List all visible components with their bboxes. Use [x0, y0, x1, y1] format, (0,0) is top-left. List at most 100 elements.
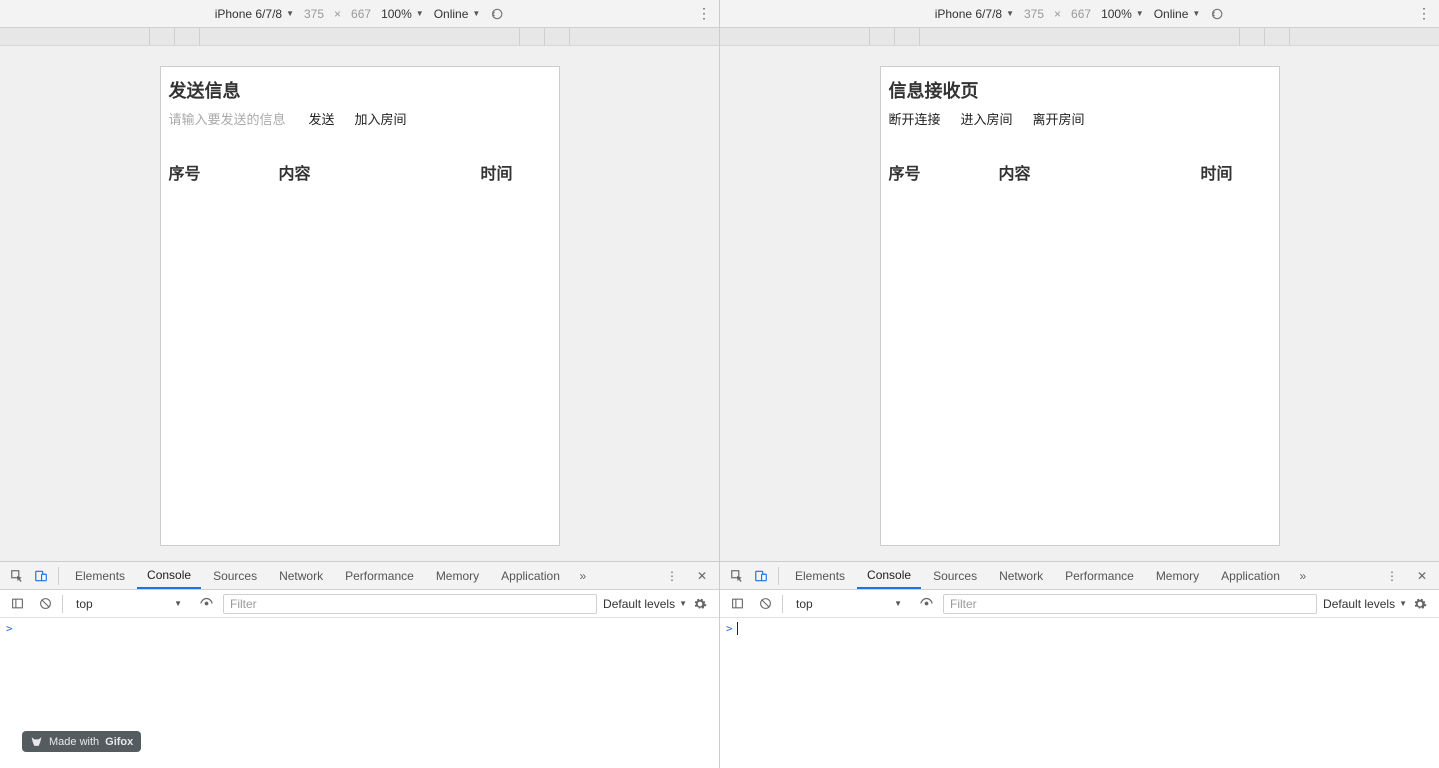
zoom-select[interactable]: 100% ▼ — [381, 7, 424, 21]
close-icon[interactable]: ✕ — [1411, 565, 1433, 587]
tab-performance[interactable]: Performance — [1055, 562, 1144, 589]
badge-brand: Gifox — [105, 736, 133, 748]
tab-memory[interactable]: Memory — [1146, 562, 1209, 589]
gear-icon[interactable] — [1413, 597, 1433, 611]
chevron-down-icon: ▼ — [286, 9, 294, 18]
zoom-label: 100% — [1101, 7, 1132, 21]
tab-application[interactable]: Application — [491, 562, 570, 589]
clear-console-icon[interactable] — [34, 593, 56, 615]
context-select[interactable]: top ▼ — [789, 594, 909, 614]
more-tabs-icon[interactable]: » — [1292, 565, 1314, 587]
device-select[interactable]: iPhone 6/7/8 ▼ — [935, 7, 1014, 21]
console-body[interactable]: > — [720, 618, 1439, 768]
inspect-element-icon[interactable] — [6, 565, 28, 587]
devtools-tabs: Elements Console Sources Network Perform… — [0, 562, 719, 590]
enter-room-button[interactable]: 进入房间 — [961, 109, 1013, 128]
tab-performance[interactable]: Performance — [335, 562, 424, 589]
more-tabs-icon[interactable]: » — [572, 565, 594, 587]
device-toolbar: iPhone 6/7/8 ▼ 375 × 667 100% ▼ Online ▼ — [720, 0, 1439, 28]
console-prompt: > — [726, 622, 733, 635]
rotate-icon[interactable] — [490, 7, 504, 21]
phone-frame: 发送信息 请输入要发送的信息 发送 加入房间 序号 内容 时间 — [160, 66, 560, 546]
th-content: 内容 — [279, 160, 481, 184]
filter-input[interactable] — [223, 594, 597, 614]
live-expression-icon[interactable] — [195, 593, 217, 615]
tab-network[interactable]: Network — [989, 562, 1053, 589]
disconnect-button[interactable]: 断开连接 — [889, 109, 941, 128]
tab-memory[interactable]: Memory — [426, 562, 489, 589]
device-viewport: 发送信息 请输入要发送的信息 发送 加入房间 序号 内容 时间 — [0, 46, 719, 561]
throttling-select[interactable]: Online ▼ — [434, 7, 481, 21]
chevron-down-icon: ▼ — [1006, 9, 1014, 18]
tab-elements[interactable]: Elements — [785, 562, 855, 589]
device-ruler — [720, 28, 1439, 46]
text-cursor — [737, 622, 738, 635]
log-levels-select[interactable]: Default levels ▼ — [1323, 597, 1407, 611]
throttling-label: Online — [1154, 7, 1189, 21]
live-expression-icon[interactable] — [915, 593, 937, 615]
gifox-badge[interactable]: Made with Gifox — [22, 731, 141, 752]
tab-sources[interactable]: Sources — [923, 562, 987, 589]
table-header: 序号 内容 时间 — [887, 160, 1273, 184]
join-room-button[interactable]: 加入房间 — [355, 109, 407, 128]
inspect-element-icon[interactable] — [726, 565, 748, 587]
toggle-device-icon[interactable] — [30, 565, 52, 587]
th-time: 时间 — [481, 160, 551, 184]
chevron-down-icon: ▼ — [174, 599, 182, 608]
tab-sources[interactable]: Sources — [203, 562, 267, 589]
context-select[interactable]: top ▼ — [69, 594, 189, 614]
leave-room-button[interactable]: 离开房间 — [1033, 109, 1085, 128]
kebab-menu-icon[interactable]: ⋮ — [1417, 5, 1431, 22]
zoom-select[interactable]: 100% ▼ — [1101, 7, 1144, 21]
console-toolbar: top ▼ Default levels ▼ — [0, 590, 719, 618]
message-input[interactable]: 请输入要发送的信息 — [169, 109, 289, 128]
chevron-down-icon: ▼ — [1136, 9, 1144, 18]
viewport-width[interactable]: 375 — [304, 7, 324, 21]
console-sidebar-icon[interactable] — [726, 593, 748, 615]
th-time: 时间 — [1201, 160, 1271, 184]
context-label: top — [796, 597, 813, 611]
device-label: iPhone 6/7/8 — [935, 7, 1002, 21]
throttling-label: Online — [434, 7, 469, 21]
gear-icon[interactable] — [693, 597, 713, 611]
phone-frame: 信息接收页 断开连接 进入房间 离开房间 序号 内容 时间 — [880, 66, 1280, 546]
filter-input[interactable] — [943, 594, 1317, 614]
chevron-down-icon: ▼ — [472, 9, 480, 18]
device-viewport: 信息接收页 断开连接 进入房间 离开房间 序号 内容 时间 — [720, 46, 1439, 561]
levels-label: Default levels — [603, 597, 675, 611]
context-label: top — [76, 597, 93, 611]
th-index: 序号 — [889, 160, 999, 184]
tab-application[interactable]: Application — [1211, 562, 1290, 589]
close-icon[interactable]: ✕ — [691, 565, 713, 587]
table-header: 序号 内容 时间 — [167, 160, 553, 184]
dimension-x: × — [334, 7, 341, 21]
send-button[interactable]: 发送 — [309, 109, 335, 128]
device-toolbar: iPhone 6/7/8 ▼ 375 × 667 100% ▼ Online ▼ — [0, 0, 719, 28]
tab-console[interactable]: Console — [857, 562, 921, 589]
device-select[interactable]: iPhone 6/7/8 ▼ — [215, 7, 294, 21]
tab-elements[interactable]: Elements — [65, 562, 135, 589]
toggle-device-icon[interactable] — [750, 565, 772, 587]
viewport-width[interactable]: 375 — [1024, 7, 1044, 21]
devtools-tabs: Elements Console Sources Network Perform… — [720, 562, 1439, 590]
kebab-menu-icon[interactable]: ⋮ — [1381, 565, 1403, 587]
viewport-height[interactable]: 667 — [351, 7, 371, 21]
tab-console[interactable]: Console — [137, 562, 201, 589]
kebab-menu-icon[interactable]: ⋮ — [661, 565, 683, 587]
log-levels-select[interactable]: Default levels ▼ — [603, 597, 687, 611]
device-ruler — [0, 28, 719, 46]
console-sidebar-icon[interactable] — [6, 593, 28, 615]
zoom-label: 100% — [381, 7, 412, 21]
clear-console-icon[interactable] — [754, 593, 776, 615]
chevron-down-icon: ▼ — [679, 599, 687, 608]
throttling-select[interactable]: Online ▼ — [1154, 7, 1201, 21]
devtools: Elements Console Sources Network Perform… — [720, 561, 1439, 768]
device-label: iPhone 6/7/8 — [215, 7, 282, 21]
rotate-icon[interactable] — [1210, 7, 1224, 21]
tab-network[interactable]: Network — [269, 562, 333, 589]
viewport-height[interactable]: 667 — [1071, 7, 1091, 21]
chevron-down-icon: ▼ — [894, 599, 902, 608]
kebab-menu-icon[interactable]: ⋮ — [697, 5, 711, 22]
th-index: 序号 — [169, 160, 279, 184]
chevron-down-icon: ▼ — [1399, 599, 1407, 608]
